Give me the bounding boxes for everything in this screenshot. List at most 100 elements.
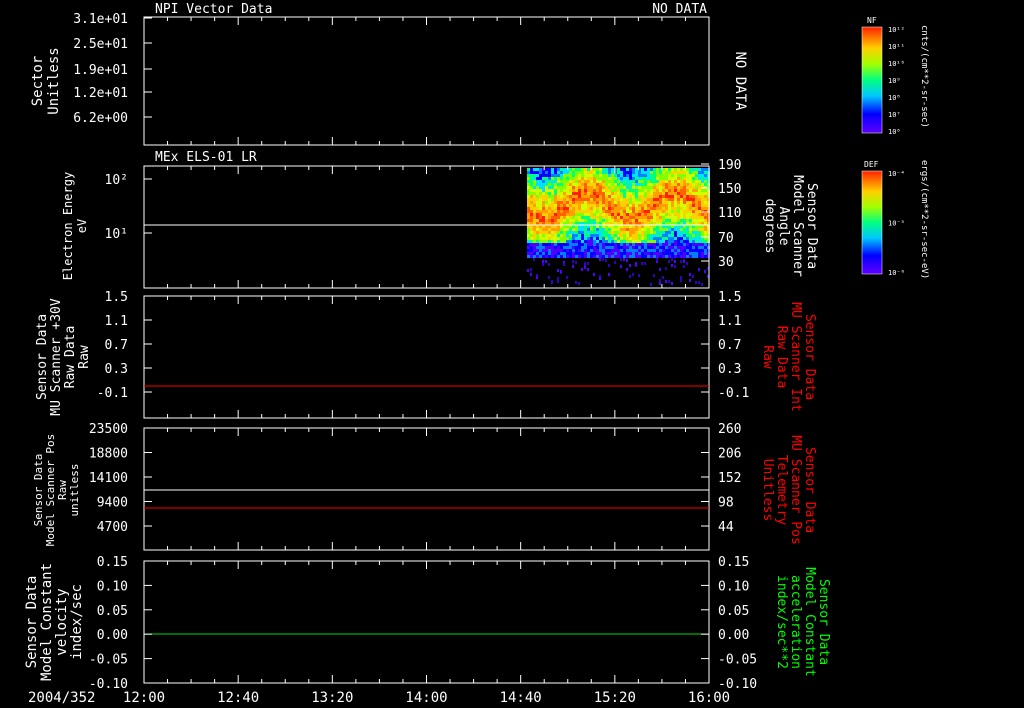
spectrogram-cell [533,237,536,240]
spectrogram-cell [536,195,539,198]
spectrogram-cell [659,177,662,180]
spectrogram-cell [554,180,557,183]
right-tick-label: -0.1 [718,386,749,401]
spectrogram-cell [659,171,662,174]
spectrogram-cell [683,255,686,258]
spectrogram-cell [704,201,707,204]
right-tick-label: 44 [718,520,734,535]
spectrogram-cell [701,207,704,210]
spectrogram-cell [692,189,695,192]
spectrogram-cell [704,240,707,243]
spectrogram-cell [629,168,632,171]
spectrogram-cell [596,255,599,258]
spectrogram-cell [671,189,674,192]
spectrogram-cell [674,168,677,171]
spectrogram-cell [671,249,674,252]
spectrogram-cell [557,277,559,280]
spectrogram-cell [614,252,617,255]
spectrogram-cell [692,249,695,252]
spectrogram-cell [527,192,530,195]
spectrogram-cell [545,237,548,240]
spectrogram-cell [575,204,578,207]
spectrogram-cell [626,180,629,183]
spectrogram-cell [692,171,695,174]
spectrogram-cell [620,189,623,192]
spectrogram-cell [533,234,536,237]
spectrogram-cell [548,255,551,258]
spectrogram-cell [530,249,533,252]
spectrogram-cell [647,216,650,219]
spectrogram-cell [566,198,569,201]
spectrogram-cell [572,210,575,213]
spectrogram-cell [614,246,617,249]
spectrogram-cell [560,201,563,204]
right-axis-label-line: Unitless [760,459,775,522]
spectrogram-cell [614,183,617,186]
spectrogram-cell [596,180,599,183]
spectrogram-cell [623,189,626,192]
spectrogram-cell [548,204,551,207]
spectrogram-cell [683,201,686,204]
y-tick-label: 2.5e+01 [73,37,128,52]
spectrogram-cell [680,279,682,282]
spectrogram-cell [539,249,542,252]
spectrogram-cell [560,270,562,273]
spectrogram-cell [689,273,691,276]
spectrogram-cell [596,252,599,255]
spectrogram-cell [533,183,536,186]
spectrogram-cell [632,204,635,207]
spectrogram-cell [605,213,608,216]
spectrogram-cell [662,177,665,180]
spectrogram-cell [584,186,587,189]
spectrogram-cell [662,204,665,207]
spectrogram-cell [569,216,572,219]
spectrogram-cell [563,240,566,243]
spectrogram-cell [689,192,692,195]
spectrogram-cell [557,192,560,195]
spectrogram-cell [683,198,686,201]
spectrogram-cell [695,246,698,249]
spectrogram-cell [545,192,548,195]
spectrogram-cell [626,234,629,237]
spectrogram-cell [692,183,695,186]
spectrogram-cell [536,216,539,219]
spectrogram-cell [587,192,590,195]
spectrogram-cell [644,195,647,198]
spectrogram-cell [560,198,563,201]
spectrogram-cell [656,201,659,204]
spectrogram-cell [665,240,668,243]
spectrogram-cell [581,216,584,219]
spectrogram-cell [626,216,629,219]
spectrogram-cell [626,246,629,249]
spectrogram-cell [581,249,584,252]
spectrogram-cell [701,174,704,177]
spectrogram-cell [569,243,572,246]
spectrogram-cell [590,219,593,222]
spectrogram-cell [611,207,614,210]
spectrogram-cell [704,255,707,258]
spectrogram-cell [638,240,641,243]
spectrogram-cell [611,234,614,237]
spectrogram-cell [560,231,563,234]
spectrogram-cell [611,171,614,174]
spectrogram-cell [527,180,530,183]
spectrogram-cell [704,180,707,183]
spectrogram-cell [677,231,680,234]
spectrogram-cell [530,180,533,183]
spectrogram-cell [575,231,578,234]
spectrogram-cell [599,258,601,261]
spectrogram-cell [533,216,536,219]
spectrogram-cell [644,231,647,234]
spectrogram-cell [683,183,686,186]
spectrogram-cell [650,210,653,213]
spectrogram-cell [542,183,545,186]
spectrogram-cell [659,201,662,204]
spectrogram-cell [638,274,640,277]
spectrogram-cell [569,177,572,180]
spectrogram-cell [563,219,566,222]
spectrogram-cell [572,195,575,198]
spectrogram-cell [668,237,671,240]
spectrogram-cell [701,168,704,171]
spectrogram-cell [584,183,587,186]
spectrogram-cell [644,192,647,195]
